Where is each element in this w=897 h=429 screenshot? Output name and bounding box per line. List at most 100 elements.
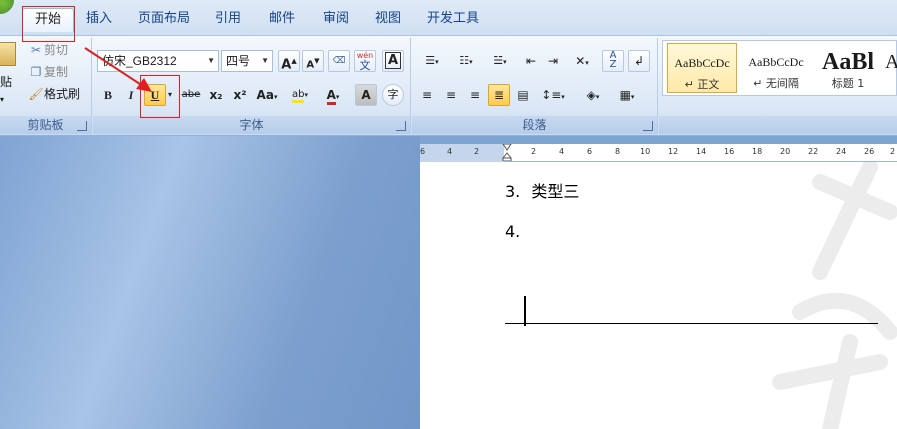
font-name-combo[interactable]: 仿宋_GB2312 ▼ bbox=[97, 50, 219, 72]
style-heading-2[interactable]: A bbox=[885, 43, 897, 93]
indent-marker-icon[interactable] bbox=[502, 144, 512, 161]
tab-review[interactable]: 审阅 bbox=[316, 8, 356, 32]
ruler-tick: 2 bbox=[890, 147, 896, 156]
decrease-indent-button[interactable]: ⇤ bbox=[520, 50, 542, 72]
chevron-down-icon: ▼ bbox=[207, 56, 215, 65]
font-size-value: 四号 bbox=[226, 54, 251, 68]
paragraph-mark-icon: ↲ bbox=[633, 54, 645, 68]
char-border-icon: A bbox=[384, 52, 402, 69]
bullets-button[interactable]: ☰▾ bbox=[416, 50, 448, 72]
paragraph-group-label: 段落 bbox=[412, 116, 657, 134]
style-heading-1[interactable]: AaBl 标题 1 bbox=[813, 43, 883, 93]
ruler-tick: 12 bbox=[668, 147, 679, 156]
multilevel-list-button[interactable]: ☱▾ bbox=[484, 50, 516, 72]
change-case-button[interactable]: Aa▾ bbox=[253, 84, 281, 106]
ruler-tick: 26 bbox=[864, 147, 875, 156]
ruler-tick: 6 bbox=[587, 147, 593, 156]
italic-button[interactable]: I bbox=[120, 84, 142, 106]
tab-mailings[interactable]: 邮件 bbox=[262, 8, 302, 32]
numbering-button[interactable]: ☷▾ bbox=[450, 50, 482, 72]
office-button-icon[interactable] bbox=[0, 0, 14, 14]
sort-az-icon: AZ bbox=[609, 50, 617, 70]
tab-page-layout[interactable]: 页面布局 bbox=[132, 8, 196, 32]
font-size-combo[interactable]: 四号 ▼ bbox=[221, 50, 273, 72]
align-center-icon: ≡ bbox=[445, 88, 457, 102]
border-icon: ▦ bbox=[619, 88, 631, 102]
ruler-tick: 24 bbox=[836, 147, 847, 156]
clear-format-button[interactable]: ⌫ bbox=[328, 50, 350, 72]
indent-icon: ⇥ bbox=[547, 54, 559, 68]
ruler-tick: 2 bbox=[474, 147, 480, 156]
ribbon-tab-bar: 开始 插入 页面布局 引用 邮件 审阅 视图 开发工具 bbox=[0, 0, 897, 36]
phonetic-guide-button[interactable]: wén 文 bbox=[354, 50, 376, 72]
format-painter-button[interactable]: 🖌格式刷 bbox=[28, 84, 80, 104]
tab-references[interactable]: 引用 bbox=[208, 8, 248, 32]
sort-button[interactable]: AZ bbox=[602, 50, 624, 72]
clipboard-launcher-icon[interactable] bbox=[77, 121, 87, 131]
paste-button[interactable]: 贴 bbox=[0, 72, 12, 92]
align-right-button[interactable]: ≡ bbox=[464, 84, 486, 106]
line-spacing-button[interactable]: ↕≡▾ bbox=[538, 84, 568, 106]
ruler-tick: 14 bbox=[696, 147, 707, 156]
align-center-button[interactable]: ≡ bbox=[440, 84, 462, 106]
line-spacing-icon: ↕≡ bbox=[541, 88, 562, 102]
bullet-list-icon: ☰ bbox=[425, 54, 436, 67]
char-border-button[interactable]: A bbox=[382, 50, 404, 72]
chinese-layout-icon: ✕ bbox=[575, 54, 586, 68]
style-normal[interactable]: AaBbCcDc ↵ 正文 bbox=[667, 43, 737, 93]
shrink-font-button[interactable]: A▼ bbox=[302, 50, 324, 72]
horizontal-ruler[interactable]: 6 4 2 2 4 6 8 10 12 14 16 18 20 22 24 26… bbox=[420, 144, 897, 162]
align-left-icon: ≡ bbox=[421, 88, 433, 102]
char-shading-button[interactable]: A bbox=[355, 84, 377, 106]
highlighter-icon: ab bbox=[292, 89, 305, 103]
tab-developer[interactable]: 开发工具 bbox=[422, 8, 484, 32]
font-name-value: 仿宋_GB2312 bbox=[102, 54, 177, 68]
style-no-spacing[interactable]: AaBbCcDc ↵ 无间隔 bbox=[741, 43, 811, 93]
scissors-icon: ✂ bbox=[30, 43, 42, 57]
numbered-list-icon: ☷ bbox=[459, 54, 470, 67]
shading-button[interactable]: ◈▾ bbox=[578, 84, 608, 106]
ruler-tick: 4 bbox=[447, 147, 453, 156]
workspace-background bbox=[0, 136, 420, 429]
copy-button[interactable]: ❐ 复制 bbox=[28, 62, 68, 82]
subscript-button[interactable]: x₂ bbox=[205, 84, 227, 106]
distribute-icon: ▤ bbox=[517, 88, 529, 102]
ribbon: 贴 ▾ ✂ 剪切 ❐ 复制 🖌格式刷 剪贴板 仿宋_GB2312 ▼ 四号 ▼ A▲… bbox=[0, 36, 897, 136]
align-left-button[interactable]: ≡ bbox=[416, 84, 438, 106]
font-color-button[interactable]: A▾ bbox=[319, 84, 347, 106]
borders-button[interactable]: ▦▾ bbox=[612, 84, 642, 106]
show-marks-button[interactable]: ↲ bbox=[628, 50, 650, 72]
justify-button[interactable]: ≣ bbox=[488, 84, 510, 106]
grow-font-button[interactable]: A▲ bbox=[278, 50, 300, 72]
increase-indent-button[interactable]: ⇥ bbox=[542, 50, 564, 72]
bold-button[interactable]: B bbox=[97, 84, 119, 106]
clipboard-group: 贴 ▾ ✂ 剪切 ❐ 复制 🖌格式刷 剪贴板 bbox=[0, 38, 92, 134]
tab-insert[interactable]: 插入 bbox=[80, 8, 118, 32]
eraser-icon: ⌫ bbox=[332, 56, 346, 66]
list-item: 4. bbox=[505, 222, 521, 241]
strikethrough-button[interactable]: abe bbox=[179, 84, 203, 106]
ruler-tick: 22 bbox=[808, 147, 819, 156]
paint-bucket-icon: ◈ bbox=[586, 88, 596, 102]
tab-view[interactable]: 视图 bbox=[368, 8, 408, 32]
styles-group-label bbox=[659, 116, 897, 134]
outdent-icon: ⇤ bbox=[525, 54, 537, 68]
document-page[interactable]: 3. 类型三 4. bbox=[420, 162, 897, 429]
cut-button[interactable]: ✂ 剪切 bbox=[28, 40, 68, 60]
ruler-tick: 18 bbox=[752, 147, 763, 156]
enclose-char-button[interactable]: 字 bbox=[382, 84, 404, 106]
paragraph-group: ☰▾ ☷▾ ☱▾ ⇤ ⇥ ✕▾ AZ ↲ ≡ ≡ ≡ ≣ ▤ ↕≡▾ ◈▾ ▦▾… bbox=[412, 38, 658, 134]
paragraph-launcher-icon[interactable] bbox=[643, 121, 653, 131]
multilevel-list-icon: ☱ bbox=[493, 54, 504, 67]
annotation-box-home-tab bbox=[22, 6, 75, 42]
copy-icon: ❐ bbox=[30, 65, 42, 79]
font-group-label: 字体 bbox=[93, 116, 410, 134]
font-launcher-icon[interactable] bbox=[396, 121, 406, 131]
chinese-layout-button[interactable]: ✕▾ bbox=[566, 50, 598, 72]
text-highlight-button[interactable]: ab▾ bbox=[285, 84, 315, 106]
paste-icon bbox=[0, 42, 16, 66]
annotation-box-underline bbox=[140, 75, 180, 118]
superscript-button[interactable]: x² bbox=[229, 84, 251, 106]
distributed-button[interactable]: ▤ bbox=[512, 84, 534, 106]
paste-dropdown-icon[interactable]: ▾ bbox=[0, 90, 4, 110]
